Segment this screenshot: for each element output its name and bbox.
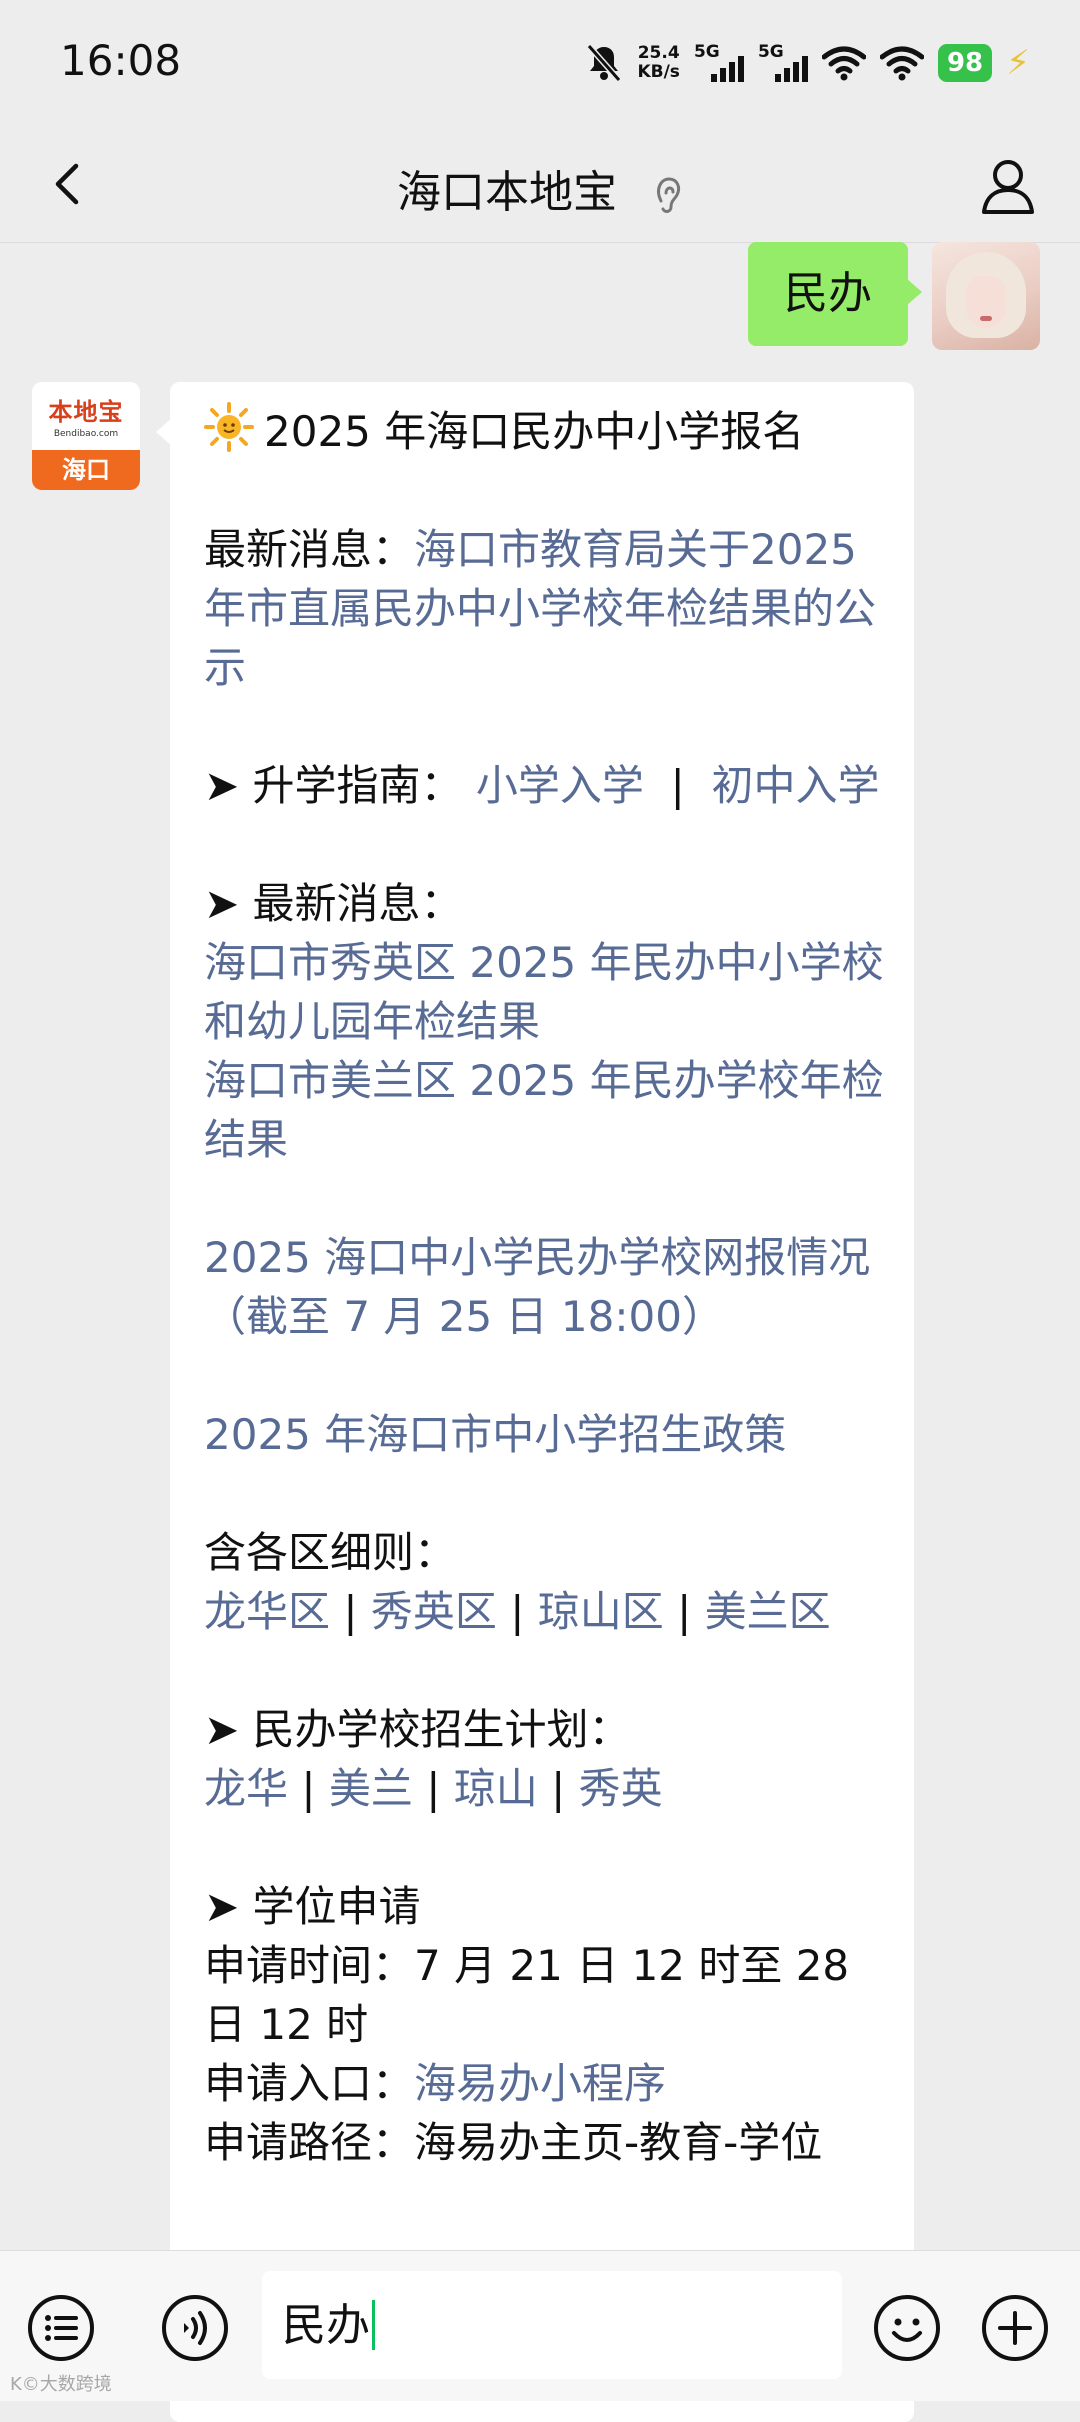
my-avatar[interactable] — [932, 242, 1040, 350]
received-message-bubble: 2025 年海口民办中小学报名 最新消息：海口市教育局关于2025 年市直属民办… — [156, 382, 914, 2422]
message-headline-row: 2025 年海口民办中小学报名 — [204, 402, 894, 461]
bot-avatar-url: Bendibao.com — [53, 429, 119, 439]
plan-link-qiongshan[interactable]: 琼山 — [454, 1764, 538, 1813]
plan-link-longhua[interactable]: 龙华 — [204, 1764, 288, 1813]
guide-row: ➤ 升学指南： 小学入学 | 初中入学 — [204, 756, 894, 815]
apply-path: 申请路径：海易办主页-教育-学位 — [204, 2118, 823, 2167]
ear-icon — [657, 177, 681, 213]
charging-icon: ⚡ — [1006, 43, 1030, 83]
plan-link-meilan[interactable]: 美兰 — [329, 1764, 413, 1813]
separator: | — [663, 1587, 705, 1636]
net-speed-unit: KB/s — [637, 62, 680, 82]
net-speed: 25.4 KB/s — [637, 44, 679, 82]
input-bar: 民办 — [0, 2250, 1080, 2401]
plan-link-xiuying[interactable]: 秀英 — [579, 1764, 663, 1813]
district-link-xiuying[interactable]: 秀英区 — [371, 1587, 497, 1636]
received-message-content: 2025 年海口民办中小学报名 最新消息：海口市教育局关于2025 年市直属民办… — [204, 402, 894, 2172]
chat-title-wrap: 海口本地宝 — [0, 156, 1080, 220]
news-row: 最新消息：海口市教育局关于2025 年市直属民办中小学校年检结果的公示 — [204, 520, 894, 697]
separator: | — [412, 1764, 454, 1813]
sun-icon — [204, 402, 254, 452]
profile-icon[interactable] — [972, 150, 1044, 222]
menu-list-icon[interactable] — [26, 2293, 96, 2363]
guide-label: ➤ 升学指南： — [204, 761, 463, 810]
plus-icon[interactable] — [980, 2293, 1050, 2363]
bot-avatar[interactable]: 本地宝 Bendibao.com 海口 — [32, 382, 140, 490]
separator: | — [330, 1587, 371, 1636]
signal-icon: 5G — [758, 42, 808, 84]
districts-label: 含各区细则： — [204, 1528, 457, 1577]
wifi-icon — [879, 46, 924, 81]
clock: 16:08 — [60, 36, 182, 85]
plans-row: 龙华 | 美兰 | 琼山 | 秀英 — [204, 1759, 894, 1818]
online-report-link[interactable]: 2025 海口中小学民办学校网报情况（截至 7 月 25 日 18:00） — [204, 1228, 894, 1346]
wifi-icon — [821, 46, 866, 81]
bot-avatar-city: 海口 — [32, 450, 140, 490]
guide-separator: | — [670, 761, 685, 810]
chat-title: 海口本地宝 — [397, 167, 617, 218]
separator: | — [288, 1764, 329, 1813]
chat-header: 海口本地宝 — [0, 130, 1080, 243]
latest-label: ➤ 最新消息： — [204, 879, 463, 928]
district-link-qiongshan[interactable]: 琼山区 — [538, 1587, 664, 1636]
mute-bell-icon — [587, 44, 622, 82]
voice-icon[interactable] — [160, 2293, 230, 2363]
latest-link-meilan[interactable]: 海口市美兰区 2025 年民办学校年检结果 — [204, 1051, 894, 1169]
signal-icon: 5G — [694, 42, 744, 84]
guide-link-primary[interactable]: 小学入学 — [476, 761, 644, 810]
bot-avatar-logo: 本地宝 — [48, 398, 124, 426]
battery-level: 98 — [937, 44, 993, 82]
latest-link-xiuying[interactable]: 海口市秀英区 2025 年民办中小学校和幼儿园年检结果 — [204, 933, 894, 1051]
apply-label: ➤ 学位申请 — [204, 1882, 421, 1931]
message-headline: 2025 年海口民办中小学报名 — [264, 407, 805, 456]
apply-entry-row: 申请入口：海易办小程序 — [204, 2054, 894, 2113]
net-speed-value: 25.4 — [637, 43, 680, 63]
apply-entry-link[interactable]: 海易办小程序 — [414, 2059, 666, 2108]
districts-row: 龙华区 | 秀英区 | 琼山区 | 美兰区 — [204, 1582, 894, 1641]
separator: | — [537, 1764, 579, 1813]
separator: | — [496, 1587, 538, 1636]
message-input[interactable]: 民办 — [262, 2271, 842, 2379]
policy-link[interactable]: 2025 年海口市中小学招生政策 — [204, 1405, 894, 1464]
message-input-text: 民办 — [282, 2300, 370, 2351]
emoji-icon[interactable] — [872, 2293, 942, 2363]
status-icons: 25.4 KB/s 5G 5G 98 ⚡ — [585, 38, 1030, 88]
text-cursor — [372, 2300, 375, 2350]
status-bar: 16:08 25.4 KB/s 5G 5G 98 ⚡ — [0, 0, 1080, 130]
guide-link-junior[interactable]: 初中入学 — [711, 761, 879, 810]
sent-message-bubble[interactable]: 民办 — [748, 242, 922, 346]
sent-message-row: 民办 — [748, 242, 1040, 350]
watermark: K©大数跨境 — [10, 2374, 112, 2395]
district-link-longhua[interactable]: 龙华区 — [204, 1587, 330, 1636]
district-link-meilan[interactable]: 美兰区 — [705, 1587, 831, 1636]
news-label: 最新消息： — [204, 525, 415, 574]
plan-label: ➤ 民办学校招生计划： — [204, 1705, 631, 1754]
apply-time: 申请时间：7 月 21 日 12 时至 28 日 12 时 — [204, 1941, 850, 2049]
apply-entry-label: 申请入口： — [204, 2059, 415, 2108]
